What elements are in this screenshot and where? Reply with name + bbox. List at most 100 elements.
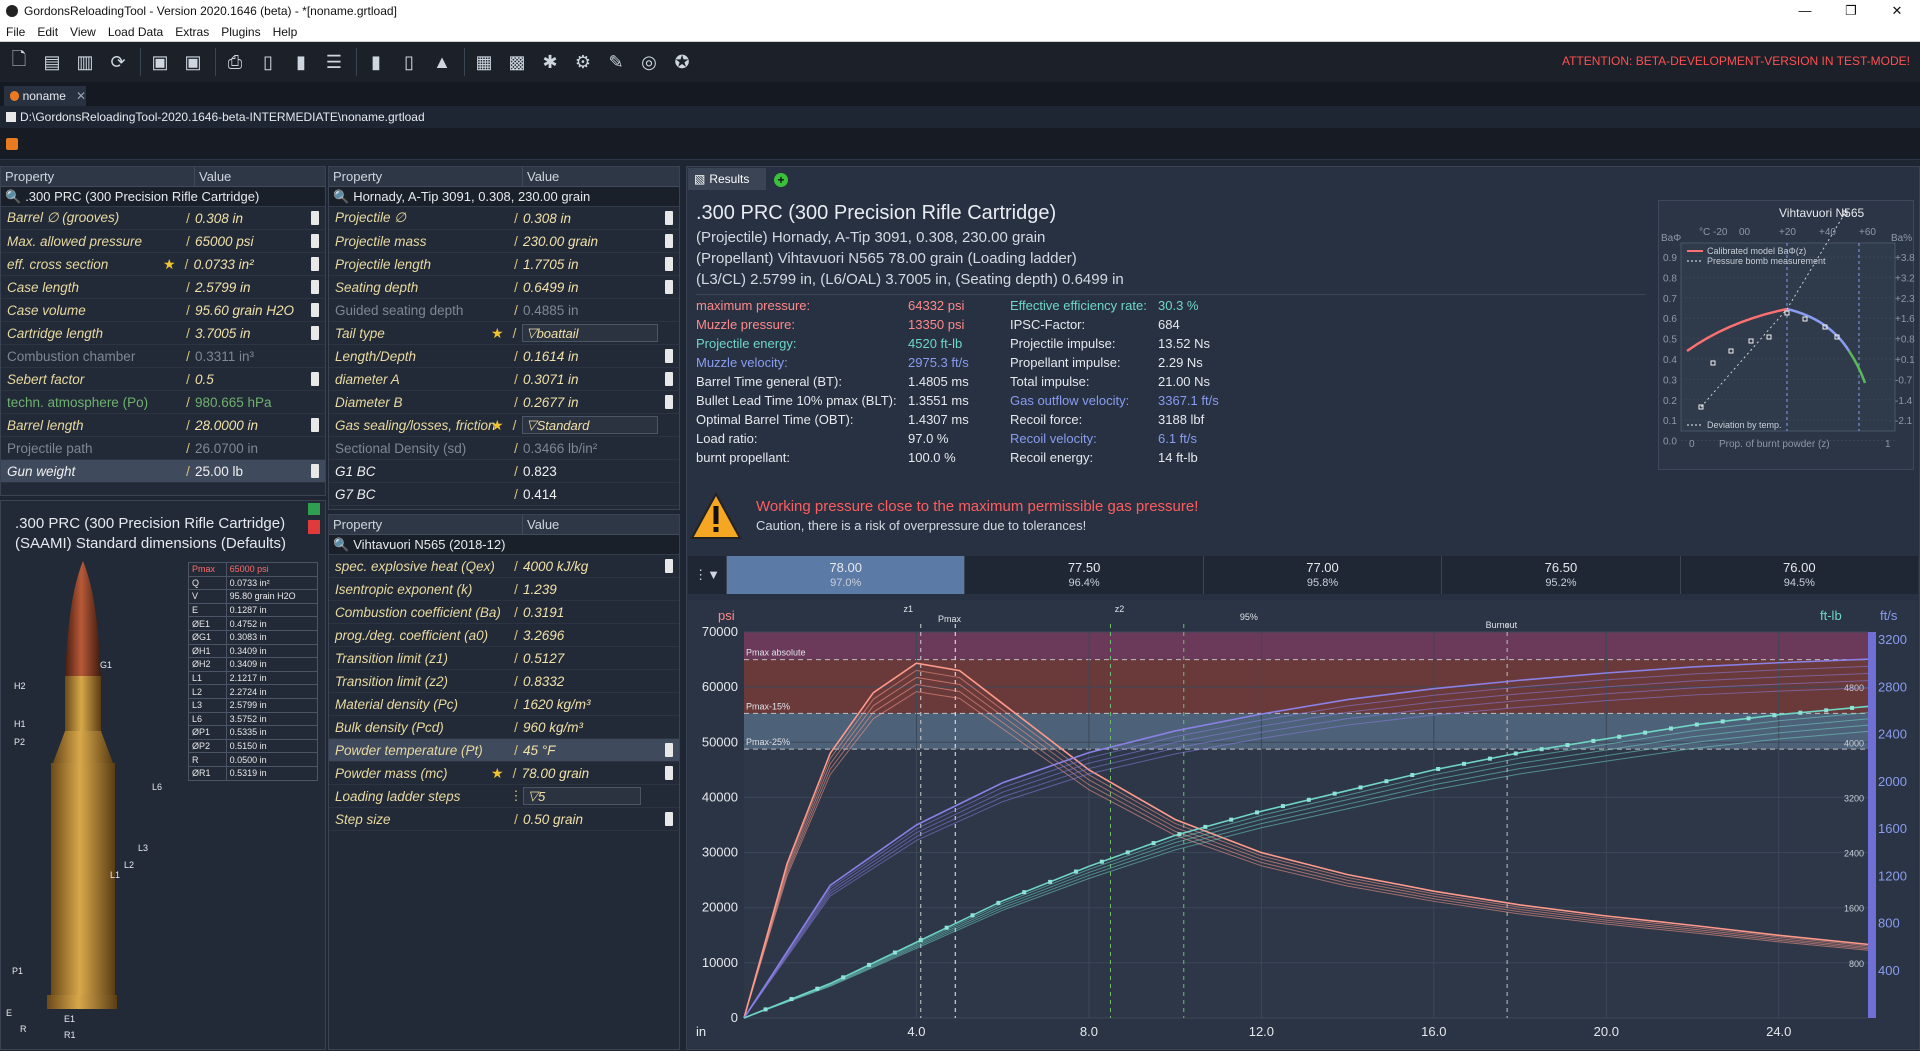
property-value[interactable]: 4000 kJ/kg [523, 559, 588, 574]
property-row[interactable]: Gun weight / 25.00 lb [1, 460, 325, 483]
property-row[interactable]: Gas sealing/losses, friction ★ / ▽ Standard [329, 414, 679, 437]
property-row[interactable]: Tail type ★ / ▽ boattail [329, 322, 679, 345]
favorite-star-icon[interactable]: ★ [491, 765, 504, 782]
property-value[interactable]: 2.5799 in [195, 280, 251, 295]
property-row[interactable]: prog./deg. coefficient (a0) / 3.2696 [329, 624, 679, 647]
ladder-step[interactable]: 76.50 95.2% [1441, 556, 1679, 594]
property-row[interactable]: Seating depth / 0.6499 in [329, 276, 679, 299]
menu-file[interactable]: File [0, 25, 31, 39]
new-file-icon[interactable]: 🗋 [4, 47, 34, 77]
tab-close-icon[interactable]: ✕ [76, 89, 86, 103]
property-value[interactable]: 0.308 in [523, 211, 571, 226]
property-value[interactable]: 230.00 grain [523, 234, 598, 249]
projectile-icon[interactable]: ▯ [394, 47, 424, 77]
property-row[interactable]: G1 BC / 0.823 [329, 460, 679, 483]
powder-icon[interactable]: ▲ [427, 47, 457, 77]
property-row[interactable]: Case length / 2.5799 in [1, 276, 325, 299]
edit-field-icon[interactable] [665, 211, 673, 225]
property-row[interactable]: Sectional Density (sd) / 0.3466 lb/in² [329, 437, 679, 460]
property-value[interactable]: 960 kg/m³ [523, 720, 583, 735]
property-value[interactable]: 0.0733 in² [194, 257, 254, 272]
menu-view[interactable]: View [64, 25, 102, 39]
edit-icon[interactable]: ✎ [601, 47, 631, 77]
reload-icon[interactable]: ⟳ [103, 47, 133, 77]
property-value[interactable]: 0.3071 in [523, 372, 579, 387]
property-row[interactable]: G7 BC / 0.414 [329, 483, 679, 506]
close-button[interactable]: ✕ [1874, 0, 1920, 22]
property-row[interactable]: Projectile ∅ / 0.308 in [329, 207, 679, 230]
property-row[interactable]: Projectile mass / 230.00 grain [329, 230, 679, 253]
propellant-title-row[interactable]: 🔍 Vihtavuori N565 (2018-12) [329, 535, 679, 555]
ladder-step[interactable]: 77.50 96.4% [964, 556, 1202, 594]
export-icon[interactable]: ▮ [286, 47, 316, 77]
property-value[interactable]: 25.00 lb [195, 464, 243, 479]
property-value[interactable]: 0.3466 lb/in² [523, 441, 597, 456]
edit-field-icon[interactable] [311, 418, 319, 432]
cartridge-icon[interactable]: ▮ [361, 47, 391, 77]
table-icon[interactable]: ▩ [502, 47, 532, 77]
tab-results[interactable]: ▧ Results [688, 168, 766, 190]
property-value[interactable]: 45 °F [523, 743, 555, 758]
property-value[interactable]: 28.0000 in [195, 418, 258, 433]
report-icon[interactable]: ☰ [319, 47, 349, 77]
property-value[interactable]: 0.4885 in [523, 303, 579, 318]
property-value[interactable]: 0.5 [195, 372, 214, 387]
tools-icon[interactable]: ✱ [535, 47, 565, 77]
property-value[interactable]: 0.6499 in [523, 280, 579, 295]
property-value[interactable]: 0.1614 in [523, 349, 579, 364]
pdf-export-icon[interactable] [308, 520, 320, 534]
dropdown[interactable]: ▽ 5 [523, 787, 641, 805]
maximize-button[interactable]: ❐ [1828, 0, 1874, 22]
property-value[interactable]: 0.3311 in³ [195, 349, 254, 364]
edit-field-icon[interactable] [665, 743, 673, 757]
property-row[interactable]: Transition limit (z2) / 0.8332 [329, 670, 679, 693]
property-row[interactable]: Powder mass (mc) ★ / 78.00 grain [329, 762, 679, 785]
property-value[interactable]: 0.50 grain [523, 812, 583, 827]
property-value[interactable]: 0.8332 [523, 674, 564, 689]
edit-field-icon[interactable] [665, 766, 673, 780]
property-value[interactable]: 1.239 [523, 582, 557, 597]
open-recent-icon[interactable]: ▥ [70, 47, 100, 77]
edit-field-icon[interactable] [311, 326, 319, 340]
property-row[interactable]: Powder temperature (Pt) / 45 °F [329, 739, 679, 762]
favorite-star-icon[interactable]: ★ [163, 256, 176, 273]
property-row[interactable]: Transition limit (z1) / 0.5127 [329, 647, 679, 670]
ladder-step[interactable]: 76.00 94.5% [1679, 556, 1918, 594]
property-value[interactable]: 26.0700 in [195, 441, 258, 456]
property-row[interactable]: spec. explosive heat (Qex) / 4000 kJ/kg [329, 555, 679, 578]
property-row[interactable]: Diameter B / 0.2677 in [329, 391, 679, 414]
menu-edit[interactable]: Edit [31, 25, 64, 39]
print-icon[interactable]: ⎙ [220, 47, 250, 77]
menu-plugins[interactable]: Plugins [215, 25, 266, 39]
property-value[interactable]: 3.7005 in [195, 326, 251, 341]
property-value[interactable]: 78.00 grain [522, 766, 590, 781]
property-row[interactable]: Guided seating depth / 0.4885 in [329, 299, 679, 322]
edit-field-icon[interactable] [665, 234, 673, 248]
edit-field-icon[interactable] [311, 303, 319, 317]
property-row[interactable]: Projectile path / 26.0700 in [1, 437, 325, 460]
property-row[interactable]: Bulk density (Pcd) / 960 kg/m³ [329, 716, 679, 739]
property-value[interactable]: 0.414 [523, 487, 557, 502]
add-tab-icon[interactable]: + [774, 173, 788, 187]
edit-field-icon[interactable] [665, 395, 673, 409]
hat-icon[interactable] [6, 138, 18, 150]
property-row[interactable]: Case volume / 95.60 grain H2O [1, 299, 325, 322]
edit-field-icon[interactable] [311, 280, 319, 294]
favorite-star-icon[interactable]: ★ [491, 325, 504, 342]
property-row[interactable]: Barrel ∅ (grooves) / 0.308 in [1, 207, 325, 230]
property-row[interactable]: Length/Depth / 0.1614 in [329, 345, 679, 368]
gear-icon[interactable]: ⚙ [568, 47, 598, 77]
ladder-step[interactable]: 77.00 95.8% [1202, 556, 1441, 594]
property-value[interactable]: 3.2696 [523, 628, 564, 643]
edit-field-icon[interactable] [311, 372, 319, 386]
target-icon[interactable]: ◎ [634, 47, 664, 77]
property-row[interactable]: Barrel length / 28.0000 in [1, 414, 325, 437]
property-row[interactable]: eff. cross section ★ / 0.0733 in² [1, 253, 325, 276]
dropdown[interactable]: ▽ Standard [521, 416, 658, 434]
property-value[interactable]: 0.5127 [523, 651, 564, 666]
property-row[interactable]: Isentropic exponent (k) / 1.239 [329, 578, 679, 601]
property-row[interactable]: Max. allowed pressure / 65000 psi [1, 230, 325, 253]
property-row[interactable]: Combustion chamber / 0.3311 in³ [1, 345, 325, 368]
property-row[interactable]: Combustion coefficient (Ba) / 0.3191 [329, 601, 679, 624]
tab-noname[interactable]: noname ✕ [4, 86, 86, 106]
